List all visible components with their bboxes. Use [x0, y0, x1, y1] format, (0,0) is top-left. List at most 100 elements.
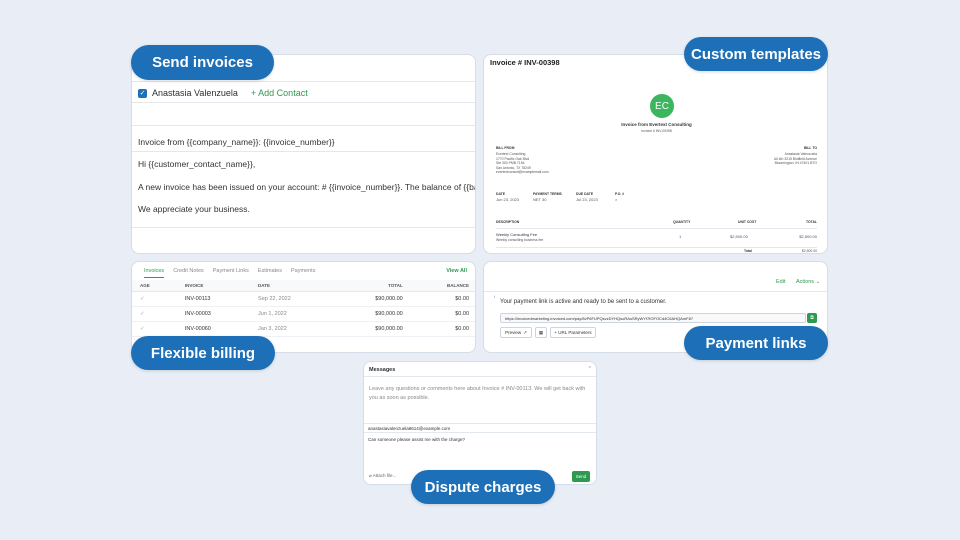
email-greeting[interactable]: Hi {{customer_contact_name}}, — [138, 159, 255, 169]
col-total: TOTAL — [806, 220, 817, 224]
meta-label: DUE DATE — [576, 192, 594, 196]
payment-link-status: Your payment link is active and ready to… — [500, 299, 667, 305]
qr-button[interactable]: ▦ — [535, 327, 547, 338]
meta-label: DATE — [496, 192, 505, 196]
attach-label: Attach file... — [372, 473, 397, 478]
item-description: Weekly consulting business fee — [496, 238, 544, 242]
meta-label: PAYMENT TERMS — [533, 192, 562, 196]
col-quantity: QUANTITY — [673, 220, 691, 224]
meta-value: × — [615, 197, 618, 202]
qr-icon: ▦ — [538, 329, 544, 335]
tab-credit-notes[interactable]: Credit Notes — [173, 268, 204, 278]
meta-value: Jul 23, 2023 — [576, 197, 598, 202]
contact-row: ✓ Anastasia Valenzuela + Add Contact — [138, 88, 308, 98]
bill-to-label: BILL TO — [803, 146, 817, 150]
check-icon: ✓ — [132, 321, 177, 337]
meta-value: NET 30 — [533, 197, 547, 202]
chevron-icon[interactable]: ⌃ — [588, 366, 592, 372]
payment-link-toolbar — [484, 262, 827, 292]
message-textarea[interactable]: Can someone please assist me with the ch… — [368, 437, 465, 442]
invoice-number: INV-00060 — [176, 321, 251, 337]
invoice-total: $90,000.00 — [334, 306, 411, 322]
add-contact-button[interactable]: + Add Contact — [251, 88, 308, 98]
item-unit-cost: $2,500.00 — [730, 234, 748, 239]
sender-email-field[interactable]: anastasiavalenzuela8614@example.com — [364, 423, 596, 433]
invoice-date: Jan 3, 2022 — [250, 321, 335, 337]
invoice-total: $90,000.00 — [334, 291, 411, 307]
meta-value: Jun 23, 2023 — [496, 197, 520, 202]
invoice-balance: $0.00 — [410, 291, 475, 307]
tab-payments[interactable]: Payments — [291, 268, 315, 278]
tab-payment-links[interactable]: Payment Links — [213, 268, 249, 278]
contact-name: Anastasia Valenzuela — [152, 88, 238, 98]
payment-links-label: Payment links — [684, 326, 828, 360]
col-invoice[interactable]: INVOICE — [176, 280, 251, 292]
invoice-date: Sep 22, 2022 — [250, 291, 335, 307]
invoice-balance: $0.00 — [410, 306, 475, 322]
col-description: DESCRIPTION — [496, 220, 520, 224]
external-link-icon: ↗ — [523, 329, 527, 335]
divider — [132, 227, 475, 228]
invoice-title: Invoice # INV-00398 — [490, 58, 560, 67]
actions-menu[interactable]: Actions ⌄ — [796, 279, 820, 285]
bill-from-line: evertextconsult@examplemail.com — [496, 170, 549, 174]
col-balance[interactable]: BALANCE — [410, 280, 475, 292]
col-age[interactable]: AGE — [132, 280, 177, 292]
view-all-link[interactable]: View All — [446, 268, 467, 274]
check-icon: ✓ — [132, 291, 177, 307]
payment-link-url[interactable]: https://invoicedmarketing.invoiced.com/p… — [500, 313, 806, 323]
contact-checkbox[interactable]: ✓ — [138, 88, 147, 98]
divider — [132, 125, 475, 126]
preview-label: Preview — [505, 330, 522, 335]
col-unit-cost: UNIT COST — [738, 220, 757, 224]
dispute-charges-label: Dispute charges — [411, 470, 555, 504]
item-name: Weekly Consulting Fee — [496, 232, 538, 237]
invoice-heading: Invoice from Evertext Consulting — [621, 122, 692, 127]
total-value: $2,500.00 — [801, 249, 817, 253]
table-row[interactable]: ✓ INV-00003 Jun 1, 2022 $90,000.00 $0.00 — [132, 306, 475, 322]
messages-card: Messages ⌃ Leave any questions or commen… — [363, 361, 597, 485]
attach-file-button[interactable]: ⌀ Attach file... — [369, 473, 396, 479]
invoice-balance: $0.00 — [410, 321, 475, 337]
meta-label: P.O. # — [615, 192, 625, 196]
divider — [496, 247, 817, 248]
invoice-total: $90,000.00 — [334, 321, 411, 337]
divider — [132, 81, 475, 82]
preview-button[interactable]: Preview ↗ — [500, 327, 532, 338]
email-subject-field[interactable]: Invoice from {{company_name}}: {{invoice… — [138, 137, 335, 147]
invoice-subheading: Invoice # INV-00398 — [641, 129, 672, 133]
email-closing[interactable]: We appreciate your business. — [138, 204, 250, 214]
copy-icon[interactable]: ⧉ — [807, 313, 817, 323]
col-date[interactable]: DATE — [250, 280, 335, 292]
flexible-billing-label: Flexible billing — [131, 336, 275, 370]
table-row[interactable]: ✓ INV-00060 Jan 3, 2022 $90,000.00 $0.00 — [132, 321, 475, 337]
divider — [496, 228, 817, 229]
invoice-preview: EC Invoice from Evertext Consulting Invo… — [490, 75, 823, 253]
invoice-number: INV-00113 — [176, 291, 251, 307]
url-parameters-button[interactable]: + URL Parameters — [550, 327, 596, 338]
send-invoices-label: Send invoices — [131, 45, 274, 80]
table-row[interactable]: ✓ INV-00113 Sep 22, 2022 $90,000.00 $0.0… — [132, 291, 475, 307]
bill-from-label: BILL FROM — [496, 146, 515, 150]
send-invoices-card: ✓ Anastasia Valenzuela + Add Contact Inv… — [131, 54, 476, 254]
billing-tabs: Invoices Credit Notes Payment Links Esti… — [144, 268, 315, 278]
item-quantity: 1 — [679, 234, 682, 239]
send-button[interactable]: Send — [572, 471, 590, 482]
check-icon: ✓ — [132, 306, 177, 322]
email-body[interactable]: A new invoice has been issued on your ac… — [138, 182, 475, 192]
messages-hint: Leave any questions or comments here abo… — [369, 386, 586, 401]
divider — [132, 151, 475, 152]
invoice-number: INV-00003 — [176, 306, 251, 322]
invoices-table: AGE INVOICE DATE TOTAL BALANCE ✓ INV-001… — [132, 280, 475, 337]
bill-to-line: Bloomington, IN 47401 BTO — [774, 161, 817, 165]
divider — [132, 102, 475, 103]
custom-templates-label: Custom templates — [684, 37, 828, 71]
messages-header: Messages — [364, 362, 596, 377]
company-logo: EC — [650, 94, 674, 118]
col-total[interactable]: TOTAL — [334, 280, 411, 292]
invoice-date: Jun 1, 2022 — [250, 306, 335, 322]
edit-button[interactable]: Edit — [776, 279, 785, 285]
tab-estimates[interactable]: Estimates — [258, 268, 282, 278]
tab-invoices[interactable]: Invoices — [144, 268, 165, 278]
item-total: $2,500.00 — [799, 234, 817, 239]
